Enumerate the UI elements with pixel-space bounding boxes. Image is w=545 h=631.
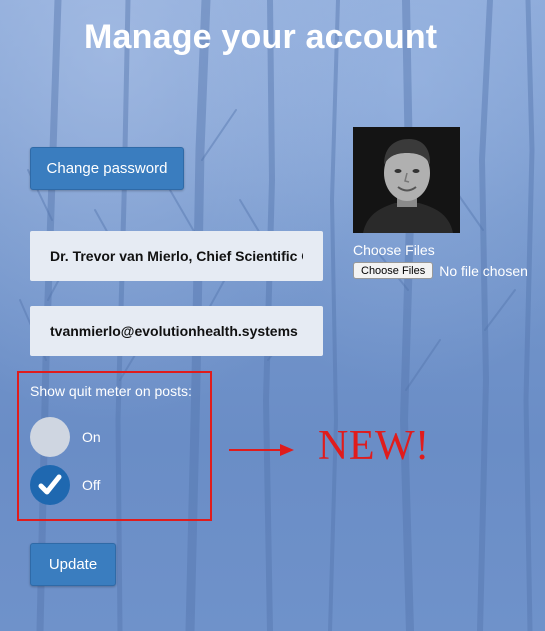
page-title: Manage your account xyxy=(84,18,438,56)
new-annotation: NEW! xyxy=(318,423,430,469)
update-button[interactable]: Update xyxy=(30,543,116,586)
quit-meter-on-label: On xyxy=(82,429,101,445)
quit-meter-on-radio[interactable] xyxy=(30,417,70,457)
profile-photo xyxy=(353,127,460,233)
file-input: Choose Files No file chosen xyxy=(353,262,528,279)
choose-files-label: Choose Files xyxy=(353,242,435,258)
quit-meter-off-label: Off xyxy=(82,477,101,493)
name-field[interactable] xyxy=(30,231,323,281)
profile-photo-image xyxy=(353,127,460,233)
file-status-text: No file chosen xyxy=(439,262,528,279)
email-field[interactable] xyxy=(30,306,323,356)
quit-meter-off-radio[interactable] xyxy=(30,465,70,505)
arrow-icon xyxy=(229,444,294,456)
change-password-button[interactable]: Change password xyxy=(30,147,184,190)
choose-files-button[interactable]: Choose Files xyxy=(353,262,434,279)
quit-meter-label: Show quit meter on posts: xyxy=(30,383,192,399)
checkmark-icon xyxy=(38,474,62,495)
